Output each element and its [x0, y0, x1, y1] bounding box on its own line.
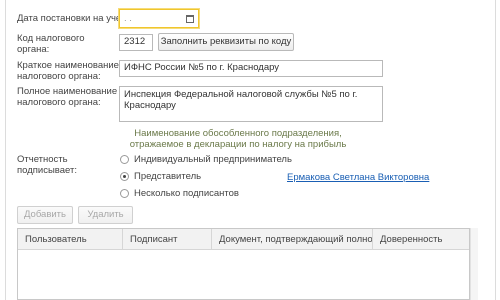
- radio-representative-label[interactable]: Представитель: [134, 171, 201, 183]
- short-name-field[interactable]: ИФНС России №5 по г. Краснодару: [119, 60, 383, 77]
- table-header: Пользователь Подписант Документ, подтвер…: [18, 229, 469, 250]
- radio-multiple-signers-label[interactable]: Несколько подписантов: [134, 188, 239, 200]
- hint-line1: Наименование обособленного подразделения…: [134, 128, 342, 139]
- window-left-border: [0, 0, 6, 300]
- window-right-border: [495, 0, 500, 300]
- full-name-text-line1: Инспекция Федеральной налоговой службы №…: [124, 89, 358, 100]
- registration-date-value: . .: [124, 13, 132, 24]
- column-header-authority-document[interactable]: Документ, подтверждающий полном...: [212, 229, 373, 250]
- radio-individual-entrepreneur[interactable]: [120, 155, 129, 164]
- radio-individual-entrepreneur-label[interactable]: Индивидуальный предприниматель: [134, 154, 292, 166]
- column-header-power-of-attorney[interactable]: Доверенность: [373, 229, 469, 250]
- signers-label-line2: подписывает:: [17, 165, 77, 176]
- table-scrollbar[interactable]: [470, 228, 478, 300]
- radio-multiple-signers[interactable]: [120, 189, 129, 198]
- delete-button[interactable]: Удалить: [78, 206, 133, 224]
- add-button[interactable]: Добавить: [17, 206, 73, 224]
- registration-date-label: Дата постановки на учет:: [17, 13, 128, 24]
- full-name-text-line2: Краснодару: [124, 100, 176, 111]
- registration-date-field[interactable]: . .: [119, 9, 199, 28]
- short-name-label-line2: налогового органа:: [17, 71, 101, 82]
- tax-code-field[interactable]: 2312: [119, 34, 153, 51]
- signers-table[interactable]: Пользователь Подписант Документ, подтвер…: [17, 228, 470, 300]
- representative-link[interactable]: Ермакова Светлана Викторовна: [287, 172, 429, 183]
- full-name-label-line2: налогового органа:: [17, 97, 101, 108]
- fill-by-code-button[interactable]: Заполнить реквизиты по коду: [158, 33, 294, 51]
- full-name-textarea[interactable]: Инспекция Федеральной налоговой службы №…: [119, 86, 383, 122]
- calendar-icon[interactable]: [186, 15, 194, 23]
- separate-division-hint: Наименование обособленного подразделения…: [118, 128, 358, 150]
- tax-code-label-line2: органа:: [17, 44, 50, 55]
- column-header-signer[interactable]: Подписант: [123, 229, 212, 250]
- radio-representative[interactable]: [120, 172, 129, 181]
- column-header-user[interactable]: Пользователь: [18, 229, 123, 250]
- hint-line2: отражаемое в декларации по налогу на при…: [129, 139, 347, 150]
